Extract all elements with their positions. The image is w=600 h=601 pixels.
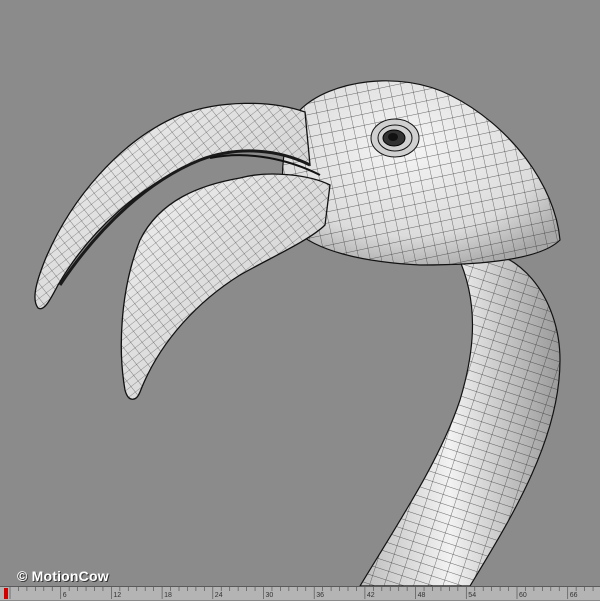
timeline-tick-label: 30 xyxy=(266,592,274,599)
timeline-tick-label: 54 xyxy=(468,592,476,599)
timeline-tick-label: 42 xyxy=(367,592,375,599)
flamingo-model xyxy=(34,80,561,586)
timeline-tick-label: 6 xyxy=(63,592,67,599)
watermark-text: © MotionCow xyxy=(17,568,109,584)
timeline-tick-label: 60 xyxy=(519,592,527,599)
current-frame-marker xyxy=(4,588,8,599)
timeline-ruler[interactable]: 6 12 18 24 30 36 42 48 54 60 66 xyxy=(0,586,600,600)
3d-viewport[interactable] xyxy=(0,0,600,586)
timeline-tick-label: 66 xyxy=(570,592,578,599)
timeline-tick-label: 12 xyxy=(113,592,121,599)
head-mesh xyxy=(281,80,561,266)
eye-mesh xyxy=(370,118,420,158)
timeline-tick-label: 18 xyxy=(164,592,172,599)
neck-mesh xyxy=(359,248,561,586)
timeline-tick-label: 24 xyxy=(215,592,223,599)
timeline-ticks: 6 12 18 24 30 36 42 48 54 60 66 xyxy=(4,587,594,599)
timeline-tick-label: 36 xyxy=(316,592,324,599)
timeline-tick-label: 48 xyxy=(418,592,426,599)
lower-beak-mesh xyxy=(120,173,331,400)
